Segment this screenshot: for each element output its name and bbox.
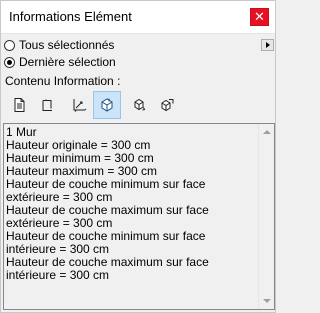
- close-icon: ✕: [254, 9, 265, 24]
- close-button[interactable]: ✕: [250, 8, 269, 26]
- cube-arrow-icon[interactable]: [153, 91, 181, 119]
- radio-all-selected[interactable]: Tous sélectionnés: [4, 36, 114, 54]
- document-icon[interactable]: [5, 91, 33, 119]
- radio-label-last: Dernière sélection: [19, 55, 116, 69]
- radio-last-selection[interactable]: Dernière sélection: [4, 53, 116, 71]
- height-icon[interactable]: [33, 91, 61, 119]
- window-title: Informations Elément: [9, 9, 132, 24]
- info-element-panel: Informations Elément ✕ Tous sélectionnés…: [0, 0, 276, 313]
- vertical-scrollbar[interactable]: [258, 124, 274, 309]
- measure-icon[interactable]: [65, 91, 93, 119]
- radio-button-all[interactable]: [4, 39, 15, 51]
- info-text: 1 Mur Hauteur originale = 300 cm Hauteur…: [6, 125, 209, 282]
- scroll-down-icon[interactable]: [260, 294, 274, 308]
- scroll-up-icon[interactable]: [260, 125, 274, 139]
- layer-3d-icon[interactable]: [93, 91, 121, 119]
- radio-label-all: Tous sélectionnés: [19, 38, 115, 52]
- rotate-cube-icon[interactable]: [125, 91, 153, 119]
- expand-arrow-button[interactable]: [261, 39, 274, 51]
- content-info-label: Contenu Information :: [5, 74, 121, 88]
- title-bar: Informations Elément ✕: [1, 1, 275, 34]
- info-text-box[interactable]: 1 Mur Hauteur originale = 300 cm Hauteur…: [3, 123, 275, 310]
- radio-button-last[interactable]: [4, 56, 15, 68]
